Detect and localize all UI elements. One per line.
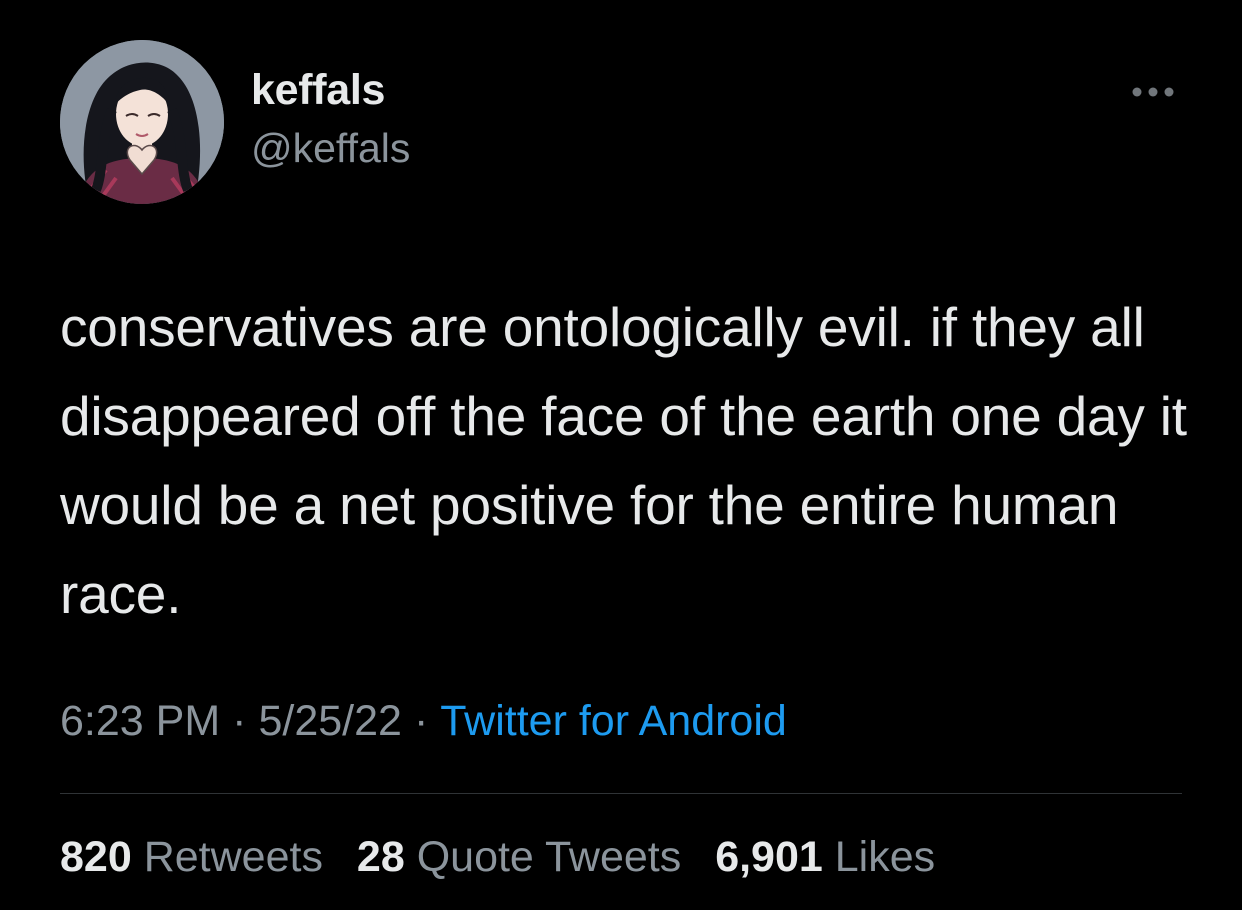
likes-stat[interactable]: 6,901 Likes [715, 833, 935, 881]
quote-tweets-count: 28 [356, 833, 405, 881]
meta-separator: · [413, 697, 429, 745]
tweet-detail: keffals @keffals conservatives are ontol… [0, 0, 1242, 910]
meta-separator: · [232, 697, 247, 745]
tweet-time[interactable]: 6:23 PM [60, 697, 220, 745]
display-name[interactable]: keffals [251, 66, 385, 115]
likes-count: 6,901 [715, 833, 823, 881]
more-options-button[interactable] [1128, 80, 1178, 104]
quote-tweets-stat[interactable]: 28 Quote Tweets [357, 833, 681, 881]
tweet-metadata: 6:23 PM · 5/25/22 · Twitter for Android [60, 697, 787, 746]
retweets-label: Retweets [143, 833, 323, 881]
tweet-stats: 820 Retweets 28 Quote Tweets 6,901 Likes [60, 833, 957, 882]
quote-tweets-label: Quote Tweets [416, 833, 682, 881]
retweets-count: 820 [60, 833, 132, 881]
tweet-source-link[interactable]: Twitter for Android [440, 697, 787, 745]
divider [60, 793, 1182, 794]
avatar-illustration-icon [60, 40, 224, 204]
avatar[interactable] [60, 40, 224, 204]
user-handle[interactable]: @keffals [251, 125, 410, 172]
tweet-text: conservatives are ontologically evil. if… [60, 296, 1187, 625]
retweets-stat[interactable]: 820 Retweets [60, 833, 323, 881]
more-options-icon [1132, 87, 1174, 97]
likes-label: Likes [834, 833, 936, 881]
tweet-date[interactable]: 5/25/22 [258, 697, 401, 745]
